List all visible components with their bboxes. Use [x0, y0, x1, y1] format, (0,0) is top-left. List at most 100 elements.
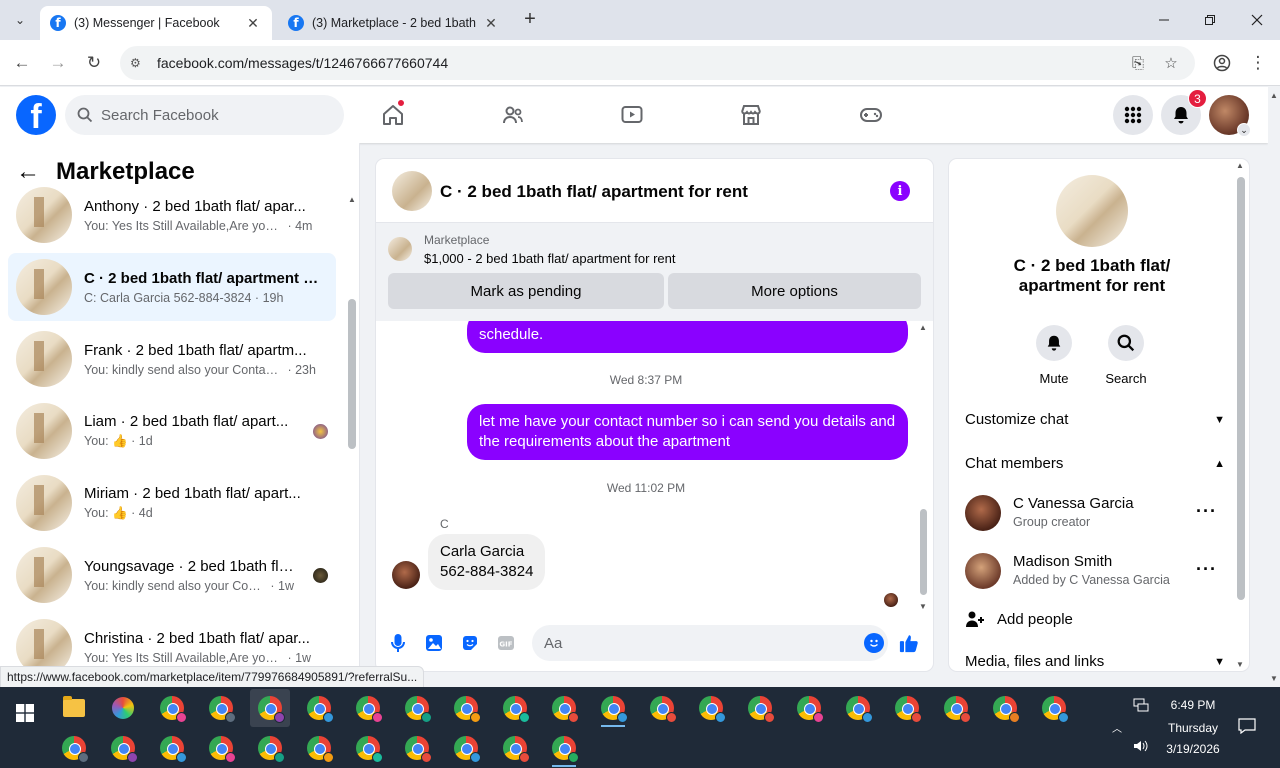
chrome-window-icon[interactable] — [152, 689, 192, 727]
network-icon[interactable] — [1133, 698, 1149, 715]
info-panel-scrollbar[interactable]: ▲ ▼ — [1236, 159, 1246, 671]
chrome-window-icon[interactable] — [1034, 689, 1074, 727]
add-people-button[interactable]: Add people — [965, 609, 1225, 629]
tab-search-chevron-icon[interactable]: ⌄ — [8, 8, 32, 32]
chrome-window-icon[interactable] — [495, 689, 535, 727]
notification-center-icon[interactable] — [1238, 718, 1256, 737]
chrome-window-icon[interactable] — [201, 729, 241, 767]
conversation-item[interactable]: Youngsavage · 2 bed 1bath fla... You: ki… — [8, 541, 336, 609]
tab-messenger[interactable]: f (3) Messenger | Facebook ✕ — [40, 6, 272, 40]
chrome-window-icon[interactable] — [54, 729, 94, 767]
search-action[interactable]: Search — [1096, 325, 1156, 386]
scroll-up-icon[interactable]: ▲ — [1236, 161, 1244, 170]
chrome-window-icon[interactable] — [250, 689, 290, 727]
more-options-icon[interactable]: ··· — [1196, 559, 1217, 580]
outgoing-message[interactable]: let me have your contact number so i can… — [467, 404, 908, 460]
sticker-icon[interactable] — [460, 633, 480, 653]
paint-app-icon[interactable] — [103, 689, 143, 727]
listing-thumbnail[interactable] — [392, 171, 432, 211]
close-window-button[interactable] — [1243, 8, 1271, 32]
photo-icon[interactable] — [424, 633, 444, 653]
tab-marketplace[interactable]: f (3) Marketplace - 2 bed 1bath f ✕ — [278, 6, 510, 40]
chrome-window-icon[interactable] — [544, 689, 584, 727]
info-icon[interactable]: i — [890, 181, 910, 201]
chrome-window-icon[interactable] — [446, 689, 486, 727]
menu-button[interactable] — [1113, 95, 1153, 135]
member-row[interactable]: Madison Smith Added by C Vanessa Garcia … — [965, 553, 1225, 593]
search-icon[interactable] — [1108, 325, 1144, 361]
scroll-up-icon[interactable]: ▲ — [348, 195, 356, 204]
chrome-window-icon[interactable] — [740, 689, 780, 727]
chrome-window-icon[interactable] — [985, 689, 1025, 727]
profile-icon[interactable] — [1210, 51, 1234, 75]
mute-action[interactable]: Mute — [1024, 325, 1084, 386]
listing-thumbnail[interactable] — [388, 237, 412, 261]
clock-time[interactable]: 6:49 PM — [1158, 698, 1228, 712]
account-avatar[interactable]: ⌄ — [1209, 95, 1251, 137]
back-icon[interactable]: ← — [10, 51, 34, 75]
gaming-nav[interactable] — [841, 95, 901, 135]
install-app-icon[interactable]: ⎘ — [1128, 53, 1148, 73]
search-input[interactable] — [101, 106, 321, 124]
clock-date[interactable]: 3/19/2026 — [1158, 742, 1228, 756]
file-explorer-icon[interactable] — [54, 689, 94, 727]
notifications-button[interactable]: 3 — [1161, 89, 1207, 135]
scrollbar-thumb[interactable] — [920, 509, 927, 595]
chrome-window-icon[interactable] — [103, 729, 143, 767]
chrome-window-icon[interactable] — [642, 689, 682, 727]
conversation-item[interactable]: Liam · 2 bed 1bath flat/ apart... You: 👍… — [8, 397, 336, 465]
page-scrollbar[interactable]: ▲ ▼ — [1268, 87, 1280, 687]
message-input-wrapper[interactable] — [532, 625, 888, 661]
conversation-item-active[interactable]: C · 2 bed 1bath flat/ apartment f... C: … — [8, 253, 336, 321]
scroll-up-icon[interactable]: ▲ — [919, 323, 927, 332]
clock-day[interactable]: Thursday — [1158, 721, 1228, 735]
sender-avatar[interactable] — [392, 561, 420, 589]
media-files-section[interactable]: Media, files and links ▼ — [965, 653, 1225, 670]
conversation-item[interactable]: Frank · 2 bed 1bath flat/ apartm... You:… — [8, 325, 336, 393]
chrome-window-icon[interactable] — [593, 689, 633, 727]
chrome-window-icon[interactable] — [936, 689, 976, 727]
home-nav[interactable] — [363, 95, 423, 135]
url-text[interactable]: facebook.com/messages/t/1246766677660744 — [157, 55, 448, 71]
facebook-logo-icon[interactable]: f — [16, 95, 56, 135]
chrome-window-icon[interactable] — [348, 689, 388, 727]
marketplace-nav[interactable] — [721, 95, 781, 135]
scrollbar-thumb[interactable] — [1237, 177, 1245, 600]
customize-chat-section[interactable]: Customize chat ▼ — [965, 411, 1225, 428]
chrome-window-icon[interactable] — [299, 689, 339, 727]
conversation-title[interactable]: C · 2 bed 1bath flat/ apartment for rent — [440, 182, 748, 202]
chrome-window-icon[interactable] — [691, 689, 731, 727]
show-hidden-icons-chevron-icon[interactable]: ︿ — [1112, 720, 1122, 735]
more-options-button[interactable]: More options — [668, 273, 921, 309]
listing-title[interactable]: $1,000 - 2 bed 1bath flat/ apartment for… — [424, 251, 676, 266]
bookmark-star-icon[interactable]: ☆ — [1161, 53, 1181, 73]
site-info-icon[interactable]: ⚙ — [130, 56, 150, 70]
scroll-down-icon[interactable]: ▼ — [1236, 660, 1244, 669]
omnibox[interactable]: ⚙ facebook.com/messages/t/12467666776607… — [120, 46, 1195, 80]
bell-icon[interactable] — [1036, 325, 1072, 361]
chat-members-section[interactable]: Chat members ▲ — [965, 455, 1225, 472]
gif-icon[interactable]: GIF — [496, 633, 516, 653]
emoji-icon[interactable] — [864, 633, 884, 653]
chrome-window-icon[interactable] — [838, 689, 878, 727]
message-scrollbar[interactable]: ▲ ▼ — [919, 321, 929, 611]
chrome-window-icon[interactable] — [397, 729, 437, 767]
chrome-window-icon[interactable] — [348, 729, 388, 767]
microphone-icon[interactable] — [388, 633, 408, 653]
chrome-window-icon[interactable] — [495, 729, 535, 767]
scroll-up-icon[interactable]: ▲ — [1270, 91, 1278, 100]
chat-list-scrollbar[interactable]: ▲ — [348, 195, 356, 449]
volume-icon[interactable] — [1133, 739, 1149, 756]
outgoing-message[interactable]: schedule. — [467, 321, 908, 353]
close-tab-icon[interactable]: ✕ — [244, 15, 262, 32]
member-row[interactable]: C Vanessa Garcia Group creator ··· — [965, 495, 1225, 535]
minimize-button[interactable] — [1150, 8, 1178, 32]
thumbs-up-send-icon[interactable] — [899, 633, 919, 653]
message-input[interactable] — [544, 634, 844, 652]
close-tab-icon[interactable]: ✕ — [482, 15, 500, 32]
conversation-item[interactable]: Miriam · 2 bed 1bath flat/ apart... You:… — [8, 469, 336, 537]
watch-nav[interactable] — [602, 95, 662, 135]
incoming-message[interactable]: Carla Garcia 562-884-3824 — [428, 534, 546, 590]
scroll-down-icon[interactable]: ▼ — [919, 602, 927, 611]
chrome-window-icon[interactable] — [887, 689, 927, 727]
